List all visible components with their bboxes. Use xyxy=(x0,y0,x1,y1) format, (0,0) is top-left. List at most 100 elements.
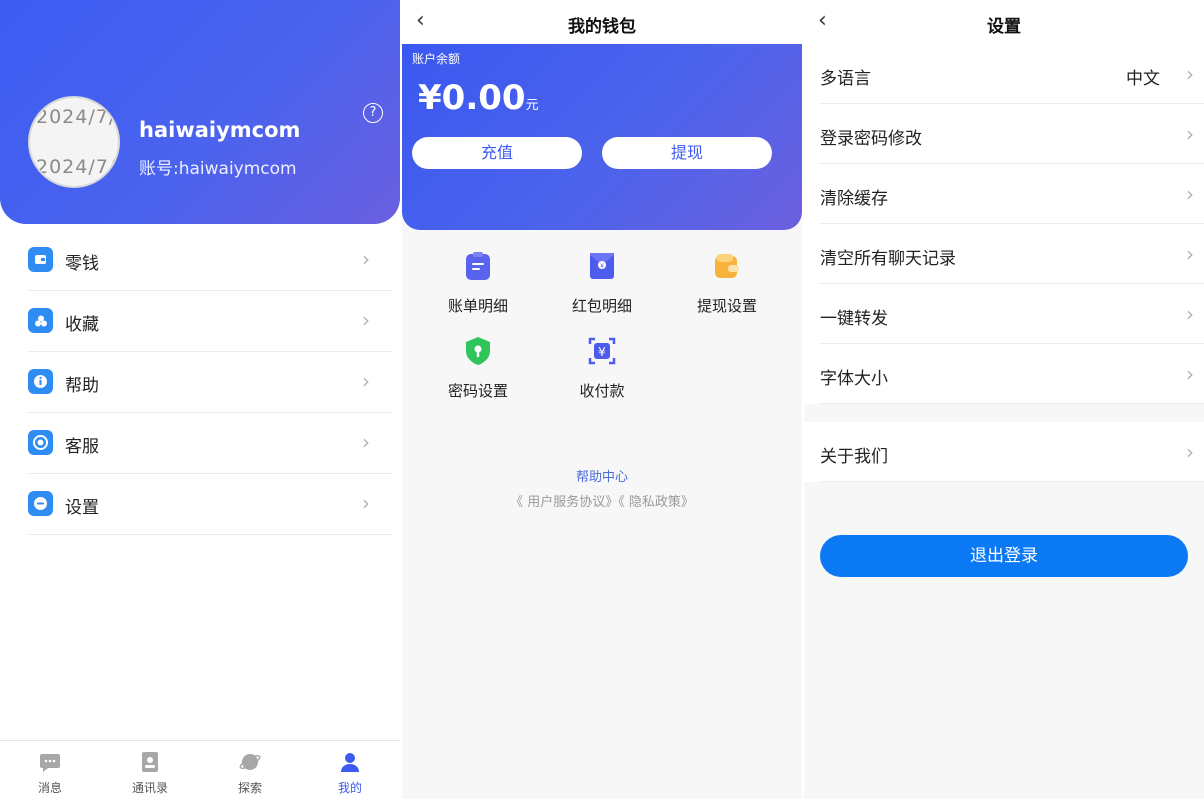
menu-item-label: 帮助 xyxy=(65,376,99,396)
settings-item-clear-chats[interactable]: 清空所有聊天记录 › xyxy=(820,224,1204,284)
grid-bill-details[interactable]: 账单明细 xyxy=(416,251,540,331)
avatar[interactable]: 2024/7/ 2024/7/ xyxy=(28,96,120,188)
avatar-watermark: 2024/7/ xyxy=(36,156,117,178)
svg-text:¥: ¥ xyxy=(600,263,604,270)
profile-menu: 零钱 › 收藏 › 帮助 › 客服 › 设置 › xyxy=(28,230,392,535)
menu-item-settings[interactable]: 设置 › xyxy=(28,474,392,535)
help-center-link[interactable]: 帮助中心 xyxy=(402,466,802,485)
contacts-icon xyxy=(142,752,158,772)
profile-screen: 2024/7/ 2024/7/ haiwaiymcom 账号:haiwaiymc… xyxy=(0,0,400,799)
balance-amount: ¥0.00元 xyxy=(418,78,539,118)
settings-icon xyxy=(28,491,53,516)
info-icon xyxy=(28,369,53,394)
tab-label: 我的 xyxy=(337,781,362,795)
person-icon xyxy=(341,753,359,772)
settings-item-label: 多语言 xyxy=(820,69,871,89)
settings-item-language[interactable]: 多语言 中文 › xyxy=(820,44,1204,104)
headset-icon xyxy=(28,430,53,455)
grid-label: 账单明细 xyxy=(447,297,508,315)
tab-label: 探索 xyxy=(237,781,262,795)
username: haiwaiymcom xyxy=(139,118,301,142)
chevron-right-icon: › xyxy=(1186,62,1194,86)
settings-navbar: ‹ 设置 xyxy=(804,0,1204,44)
settings-list: 多语言 中文 › 登录密码修改 › 清除缓存 › 清空所有聊天记录 › 一键转发… xyxy=(804,44,1204,404)
user-agreement-link[interactable]: 《 用户服务协议》 xyxy=(510,495,618,510)
bill-icon xyxy=(466,252,490,280)
balance-value: 0.00 xyxy=(441,78,526,118)
settings-item-label: 字体大小 xyxy=(820,369,888,389)
page-title: 设置 xyxy=(987,17,1021,37)
settings-item-font-size[interactable]: 字体大小 › xyxy=(820,344,1204,404)
tab-contacts[interactable]: 通讯录 xyxy=(100,741,200,799)
chevron-right-icon: › xyxy=(362,247,370,271)
page-title: 我的钱包 xyxy=(568,17,636,37)
balance-label: 账户余额 xyxy=(412,52,461,66)
settings-item-value: 中文 xyxy=(1126,69,1160,89)
settings-screen: ‹ 设置 多语言 中文 › 登录密码修改 › 清除缓存 › 清空所有聊天记录 ›… xyxy=(804,0,1204,799)
currency-symbol: ¥ xyxy=(418,78,442,118)
tab-label: 通讯录 xyxy=(131,781,168,795)
profile-header: 2024/7/ 2024/7/ haiwaiymcom 账号:haiwaiymc… xyxy=(0,0,400,224)
tab-explore[interactable]: 探索 xyxy=(200,741,300,799)
chat-icon xyxy=(40,754,60,772)
red-envelope-icon: ¥ xyxy=(590,253,614,279)
chevron-right-icon: › xyxy=(1186,362,1194,386)
chevron-right-icon: › xyxy=(1186,182,1194,206)
chevron-right-icon: › xyxy=(362,430,370,454)
settings-item-forward[interactable]: 一键转发 › xyxy=(820,284,1204,344)
planet-icon xyxy=(239,754,261,770)
recharge-button[interactable]: 充值 xyxy=(412,137,582,169)
grid-label: 密码设置 xyxy=(447,382,508,400)
settings-item-clear-cache[interactable]: 清除缓存 › xyxy=(820,164,1204,224)
balance-unit: 元 xyxy=(525,98,539,113)
avatar-watermark: 2024/7/ xyxy=(36,106,117,128)
withdraw-button[interactable]: 提现 xyxy=(602,137,772,169)
menu-item-favorites[interactable]: 收藏 › xyxy=(28,291,392,352)
grid-withdraw-settings[interactable]: 提现设置 xyxy=(665,251,789,331)
bottom-tab-bar: 消息 通讯录 探索 我的 xyxy=(0,740,400,799)
menu-item-help[interactable]: 帮助 › xyxy=(28,352,392,413)
settings-item-change-password[interactable]: 登录密码修改 › xyxy=(820,104,1204,164)
menu-item-customer-service[interactable]: 客服 › xyxy=(28,413,392,474)
settings-item-label: 一键转发 xyxy=(820,309,888,329)
settings-about-section: 关于我们 › xyxy=(804,422,1204,482)
settings-item-label: 清除缓存 xyxy=(820,189,888,209)
privacy-policy-link[interactable]: 《 隐私政策》 xyxy=(618,495,694,510)
chevron-right-icon: › xyxy=(1186,122,1194,146)
menu-item-label: 客服 xyxy=(65,437,99,457)
wallet-icon xyxy=(715,254,739,278)
yuan-scan-icon: ¥ xyxy=(588,337,616,365)
menu-item-label: 收藏 xyxy=(65,315,99,335)
grid-red-envelope-details[interactable]: ¥ 红包明细 xyxy=(540,251,664,331)
wallet-icon xyxy=(28,247,53,272)
tab-me[interactable]: 我的 xyxy=(300,741,400,799)
settings-item-label: 清空所有聊天记录 xyxy=(820,249,956,269)
chevron-right-icon: › xyxy=(362,308,370,332)
grid-receive-pay[interactable]: ¥ 收付款 xyxy=(540,336,664,416)
chevron-right-icon: › xyxy=(1186,242,1194,266)
grid-label: 红包明细 xyxy=(571,297,632,315)
tab-messages[interactable]: 消息 xyxy=(0,741,100,799)
chevron-right-icon: › xyxy=(362,369,370,393)
question-circle-icon[interactable]: ? xyxy=(363,103,383,123)
chevron-right-icon: › xyxy=(1186,440,1194,464)
svg-text:¥: ¥ xyxy=(598,345,606,359)
settings-item-label: 登录密码修改 xyxy=(820,129,922,149)
menu-item-label: 零钱 xyxy=(65,254,99,274)
grid-label: 收付款 xyxy=(579,382,625,400)
favorites-icon xyxy=(28,308,53,333)
menu-item-change[interactable]: 零钱 › xyxy=(28,230,392,291)
balance-card: 账户余额 ¥0.00元 充值 提现 xyxy=(402,44,802,230)
menu-item-label: 设置 xyxy=(65,498,99,518)
tab-label: 消息 xyxy=(37,781,62,795)
logout-button[interactable]: 退出登录 xyxy=(820,535,1188,577)
grid-password-settings[interactable]: 密码设置 xyxy=(416,336,540,416)
settings-item-label: 关于我们 xyxy=(820,447,888,467)
wallet-screen: ‹ 我的钱包 账户余额 ¥0.00元 充值 提现 账单明细 ¥ 红包明细 提现设… xyxy=(402,0,802,799)
wallet-navbar: ‹ 我的钱包 xyxy=(402,0,802,44)
settings-item-about[interactable]: 关于我们 › xyxy=(820,422,1204,482)
shield-icon xyxy=(466,337,490,365)
agreements: 《 用户服务协议》《 隐私政策》 xyxy=(402,491,802,510)
account-id: 账号:haiwaiymcom xyxy=(139,159,297,179)
chevron-right-icon: › xyxy=(362,491,370,515)
